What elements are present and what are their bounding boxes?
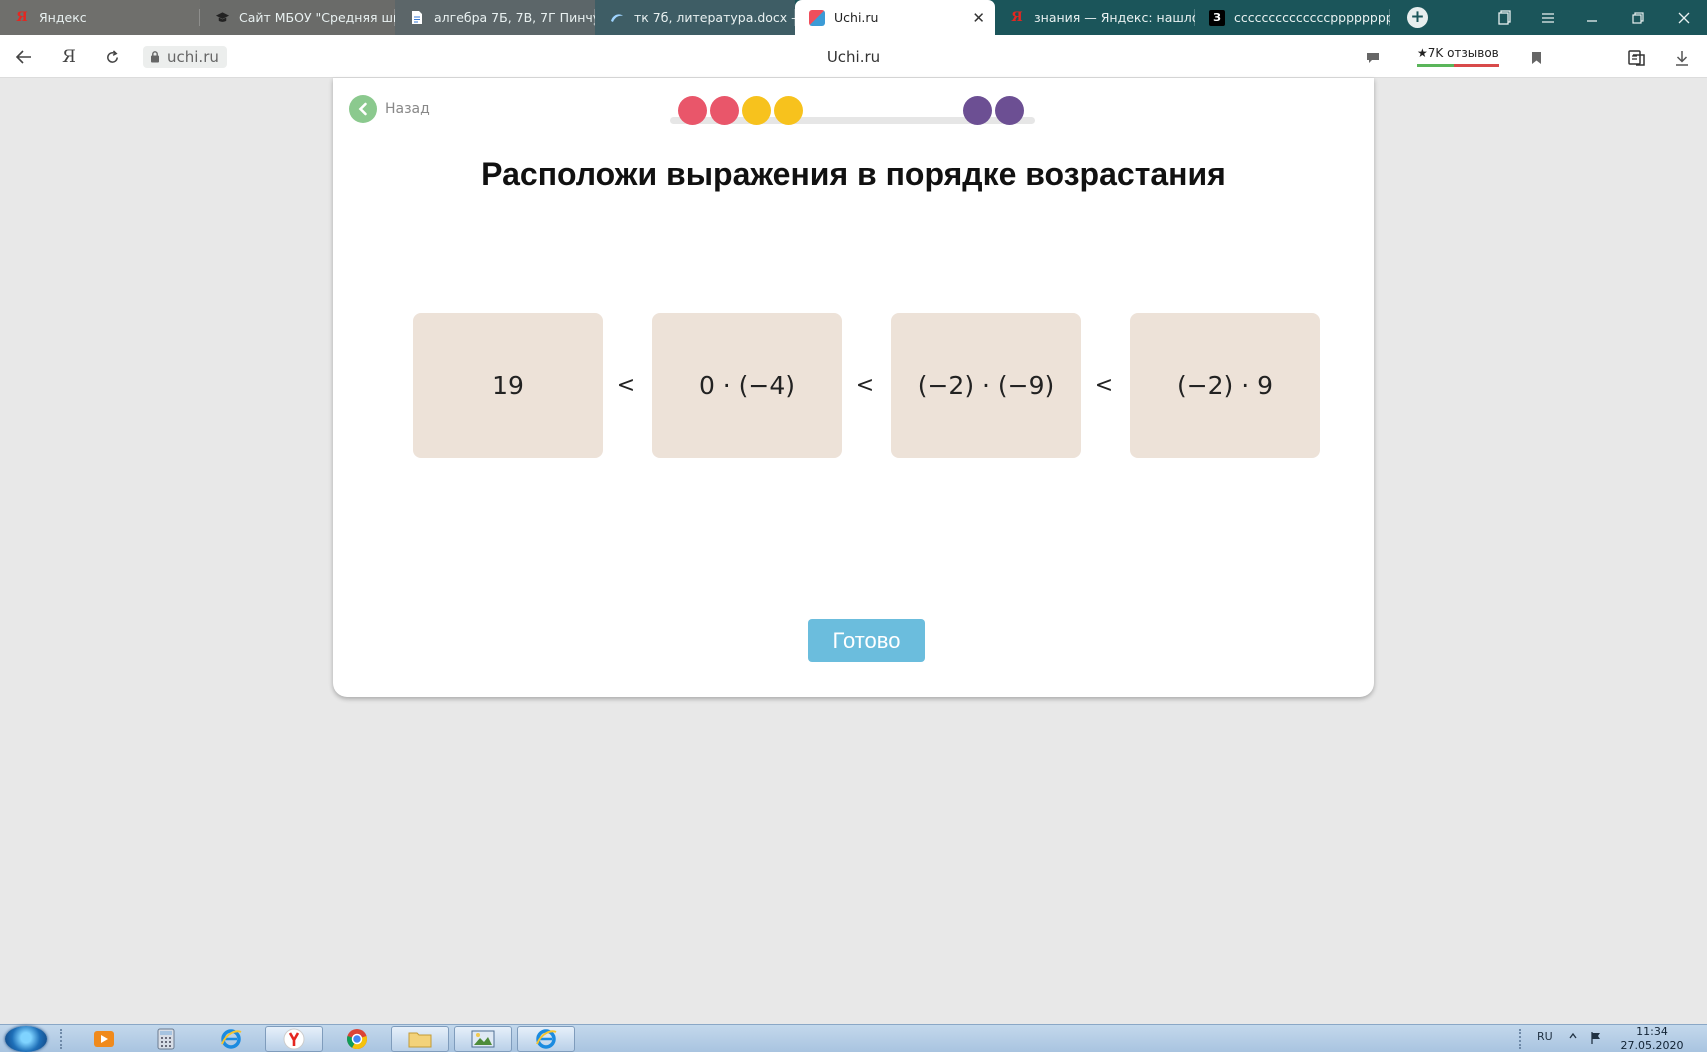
document-icon [409, 10, 425, 26]
tray-grip [1519, 1029, 1523, 1049]
browser-tab-strip: Я Яндекс Сайт МБОУ "Средняя шко алгебра … [0, 0, 1707, 35]
yandex-logo-icon: Я [1011, 10, 1023, 25]
action-center-flag-icon[interactable] [1590, 1031, 1604, 1048]
calculator-taskbar-icon[interactable] [137, 1026, 195, 1052]
close-tab-icon[interactable]: ✕ [972, 9, 985, 27]
close-window-icon[interactable] [1666, 0, 1702, 35]
menu-icon[interactable] [1530, 0, 1566, 35]
bookmark-icon[interactable] [1525, 47, 1547, 69]
exercise-card: Назад Расположи выражения в порядке возр… [333, 78, 1374, 697]
chrome-taskbar-icon[interactable] [328, 1026, 386, 1052]
tab-title: ccccccccccccccpppppppp [1234, 10, 1390, 25]
expression-tile[interactable]: 0 · (−4) [652, 313, 842, 458]
progress-dot [710, 96, 739, 125]
os-taskbar: RU 11:34 27.05.2020 [0, 1024, 1707, 1052]
minimize-icon[interactable] [1574, 0, 1610, 35]
language-indicator[interactable]: RU [1537, 1030, 1553, 1043]
back-label: Назад [385, 101, 430, 117]
tab-uchi-active[interactable]: Uchi.ru ✕ [795, 0, 995, 35]
less-than-sign: < [616, 373, 636, 398]
tabs-overview-icon[interactable] [1486, 0, 1522, 35]
tab-title: алгебра 7Б, 7В, 7Г Пинчу [434, 10, 595, 25]
tab-yandex[interactable]: Я Яндекс [0, 0, 200, 35]
less-than-sign: < [855, 373, 875, 398]
system-clock[interactable]: 11:34 27.05.2020 [1612, 1025, 1692, 1052]
chevron-left-icon [349, 95, 377, 123]
expression-tile[interactable]: (−2) · 9 [1130, 313, 1320, 458]
reviews-badge[interactable]: ★7K отзывов [1413, 44, 1503, 70]
tab-yandex-search[interactable]: Я знания — Яндекс: нашло [995, 0, 1195, 35]
chevron-up-icon[interactable] [1568, 1031, 1578, 1044]
internet-explorer-taskbar-icon[interactable] [517, 1026, 575, 1052]
cloud-swirl-icon [609, 10, 625, 26]
expression-tile[interactable]: 19 [413, 313, 603, 458]
download-icon[interactable] [1671, 47, 1693, 69]
folder-taskbar-icon[interactable] [391, 1026, 449, 1052]
clock-date: 27.05.2020 [1620, 1039, 1684, 1052]
tab-title: Uchi.ru [834, 10, 879, 25]
tab-school-site[interactable]: Сайт МБОУ "Средняя шко [200, 0, 395, 35]
tab-title: тк 7б, литература.docx — [634, 10, 795, 25]
tab-title: Сайт МБОУ "Средняя шко [239, 10, 395, 25]
done-button[interactable]: Готово [808, 619, 925, 662]
address-bar: Я uchi.ru Uchi.ru ★7K отзывов [0, 35, 1707, 78]
page-content: Назад Расположи выражения в порядке возр… [0, 78, 1707, 1024]
collections-icon[interactable] [1626, 47, 1648, 69]
restore-icon[interactable] [1620, 0, 1656, 35]
tab-title: Яндекс [39, 10, 87, 25]
expression-tile[interactable]: (−2) · (−9) [891, 313, 1081, 458]
progress-dot [742, 96, 771, 125]
new-tab-button[interactable]: + [1407, 7, 1428, 28]
chat-bubble-icon[interactable] [1362, 47, 1384, 69]
task-heading: Расположи выражения в порядке возрастани… [481, 156, 1226, 192]
tab-znaniya[interactable]: З ccccccccccccccpppppppp [1195, 0, 1390, 35]
yandex-browser-taskbar-icon[interactable] [265, 1026, 323, 1052]
graduation-cap-icon [214, 10, 230, 26]
yandex-logo-icon: Я [16, 10, 28, 25]
photo-viewer-taskbar-icon[interactable] [454, 1026, 512, 1052]
taskbar-grip [60, 1029, 64, 1049]
progress-dot [995, 96, 1024, 125]
less-than-sign: < [1094, 373, 1114, 398]
media-player-taskbar-icon[interactable] [75, 1026, 133, 1052]
tab-title: знания — Яндекс: нашло [1034, 10, 1195, 25]
progress-dot [678, 96, 707, 125]
start-button[interactable] [5, 1026, 47, 1052]
progress-dot [963, 96, 992, 125]
uchi-logo-icon [809, 9, 825, 26]
internet-explorer-taskbar-icon[interactable] [202, 1026, 260, 1052]
progress-dot [774, 96, 803, 125]
back-link[interactable]: Назад [349, 95, 430, 123]
tab-algebra-doc[interactable]: алгебра 7Б, 7В, 7Г Пинчу [395, 0, 595, 35]
reviews-text: ★7K отзывов [1417, 46, 1499, 60]
tab-literature-docx[interactable]: тк 7б, литература.docx — [595, 0, 795, 35]
znaniya-logo-icon: З [1209, 9, 1225, 26]
clock-time: 11:34 [1636, 1025, 1668, 1038]
reviews-rating-bar [1417, 64, 1499, 67]
